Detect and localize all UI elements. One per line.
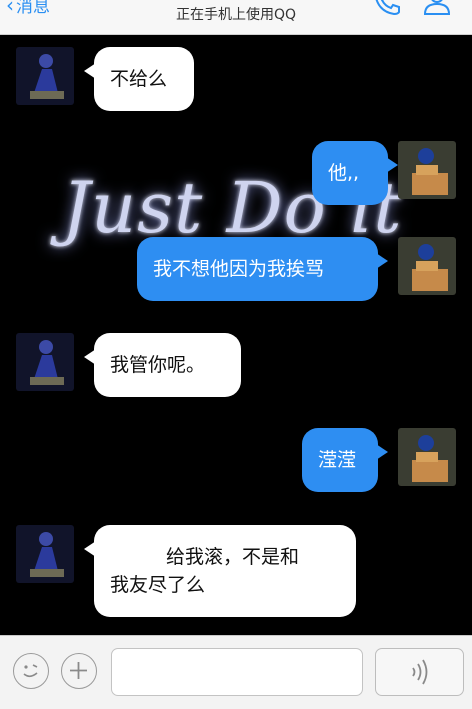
voice-wave-icon: [412, 659, 428, 685]
add-attachment-button[interactable]: [61, 653, 97, 689]
message-bubble-sent[interactable]: 滢滢: [302, 428, 388, 492]
phone-call-icon[interactable]: [372, 0, 402, 16]
message-bubble-received[interactable]: 给我滚，不是和 我友尽了么: [84, 525, 356, 617]
emoji-button[interactable]: [13, 653, 49, 689]
my-avatar[interactable]: [398, 141, 456, 199]
message-input[interactable]: [111, 648, 363, 696]
chat-message-area[interactable]: Just Do it 不给么 他,, 我不想他因为我挨骂 我管你呢。 滢滢 给我…: [0, 35, 472, 635]
message-bubble-sent[interactable]: 他,,: [312, 141, 398, 205]
contact-profile-icon[interactable]: [422, 0, 452, 16]
message-bubble-received[interactable]: 不给么: [84, 47, 194, 111]
my-avatar[interactable]: [398, 428, 456, 486]
message-input-bar: [0, 635, 472, 709]
plus-icon: [70, 662, 87, 679]
message-text: 我管你呢。: [110, 354, 206, 376]
message-bubble-sent[interactable]: 我不想他因为我挨骂: [137, 237, 388, 301]
chat-header: ‹ 消息 正在手机上使用QQ: [0, 0, 472, 35]
smiley-icon: [23, 664, 38, 678]
contact-avatar[interactable]: [16, 333, 74, 391]
message-text: 不给么: [110, 68, 168, 90]
message-text: 我不想他因为我挨骂: [153, 258, 325, 280]
message-bubble-received[interactable]: 我管你呢。: [84, 333, 241, 397]
message-text-line-1: 给我滚，不是和: [166, 546, 300, 568]
my-avatar[interactable]: [398, 237, 456, 295]
message-text-line-2: 我友尽了么: [110, 574, 206, 596]
message-text: 他,,: [328, 162, 360, 184]
message-text: 滢滢: [318, 449, 357, 471]
voice-message-button[interactable]: [375, 648, 464, 696]
contact-avatar[interactable]: [16, 525, 74, 583]
contact-avatar[interactable]: [16, 47, 74, 105]
